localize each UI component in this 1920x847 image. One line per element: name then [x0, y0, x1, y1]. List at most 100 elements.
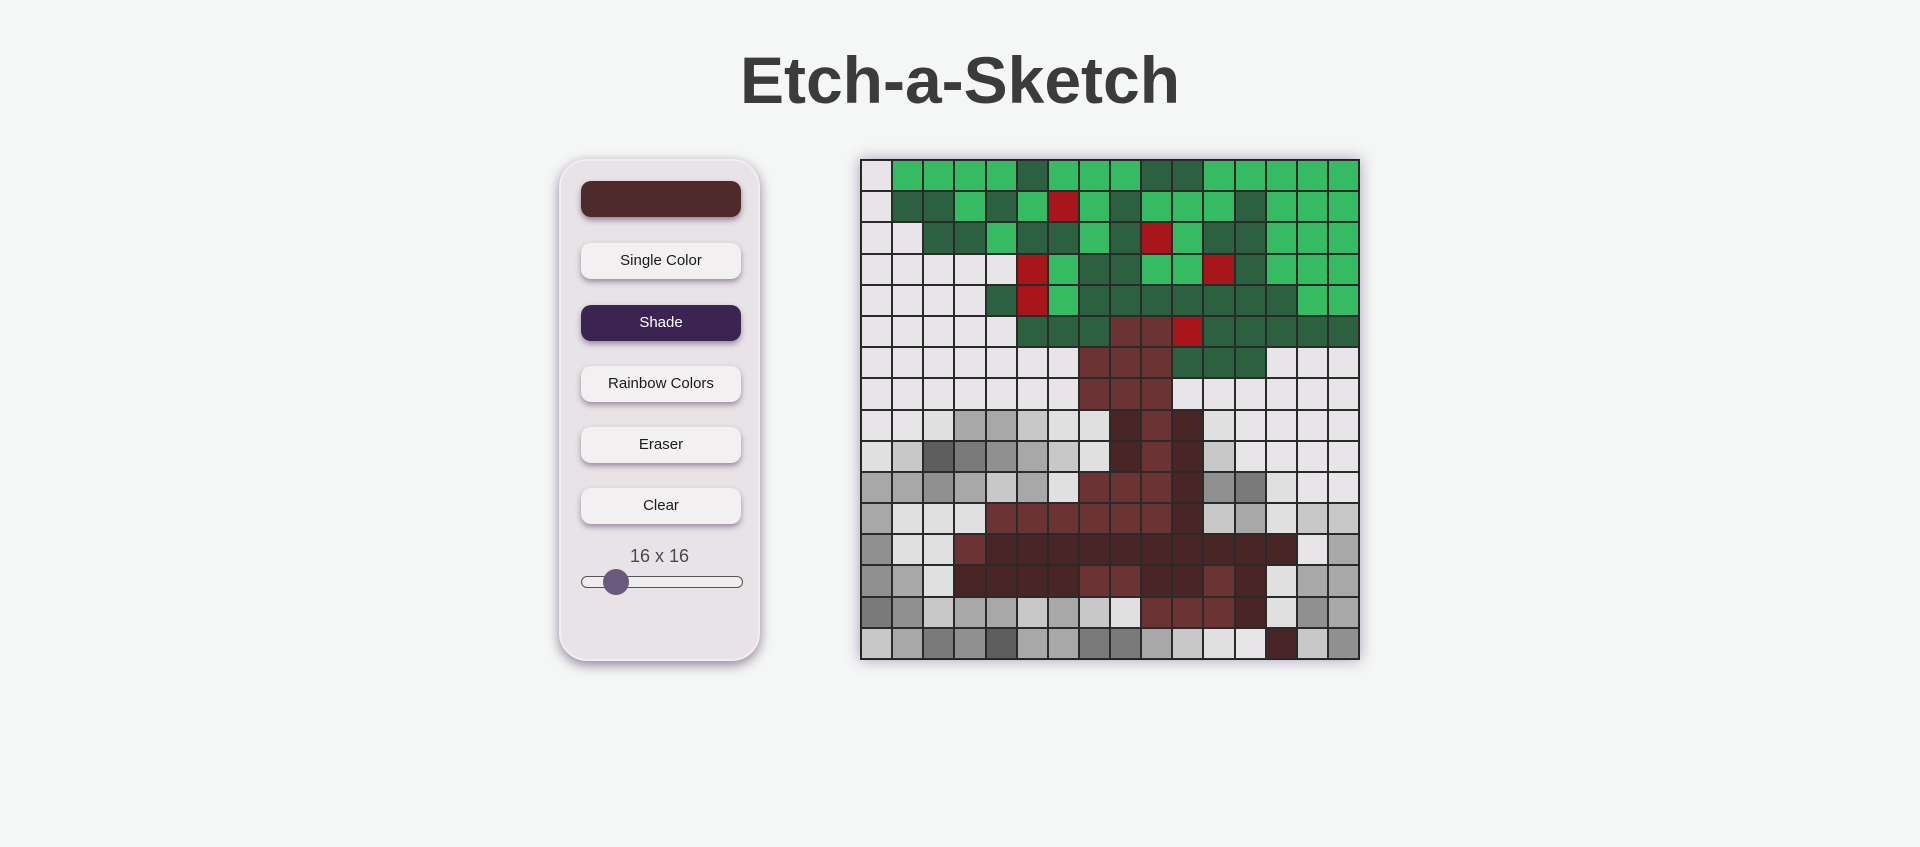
grid-cell[interactable]	[1016, 627, 1048, 659]
grid-cell[interactable]	[1296, 503, 1328, 535]
grid-cell[interactable]	[1265, 440, 1297, 472]
shade-button[interactable]: Shade	[581, 305, 741, 341]
grid-cell[interactable]	[1172, 191, 1204, 223]
grid-cell[interactable]	[985, 440, 1017, 472]
grid-cell[interactable]	[1047, 160, 1079, 192]
grid-cell[interactable]	[892, 440, 924, 472]
grid-cell[interactable]	[1047, 347, 1079, 379]
grid-cell[interactable]	[1141, 284, 1173, 316]
grid-cell[interactable]	[1016, 315, 1048, 348]
color-picker[interactable]	[581, 181, 741, 217]
grid-cell[interactable]	[1234, 347, 1266, 379]
grid-cell[interactable]	[1110, 565, 1142, 597]
grid-cell[interactable]	[923, 534, 955, 566]
grid-cell[interactable]	[1234, 378, 1266, 410]
grid-cell[interactable]	[1296, 440, 1328, 472]
grid-cell[interactable]	[1172, 503, 1204, 535]
grid-cell[interactable]	[985, 253, 1017, 285]
grid-cell[interactable]	[1172, 347, 1204, 379]
grid-cell[interactable]	[861, 627, 893, 659]
grid-cell[interactable]	[1203, 565, 1235, 597]
grid-cell[interactable]	[892, 315, 924, 348]
grid-cell[interactable]	[1016, 471, 1048, 504]
rainbow-colors-button[interactable]: Rainbow Colors	[581, 366, 741, 402]
grid-cell[interactable]	[861, 596, 893, 628]
grid-cell[interactable]	[1141, 627, 1173, 659]
grid-cell[interactable]	[923, 596, 955, 628]
grid-cell[interactable]	[892, 627, 924, 659]
grid-cell[interactable]	[861, 160, 893, 192]
single-color-button[interactable]: Single Color	[581, 243, 741, 279]
grid-cell[interactable]	[1203, 409, 1235, 441]
grid-cell[interactable]	[1110, 347, 1142, 379]
grid-cell[interactable]	[1078, 503, 1110, 535]
grid-cell[interactable]	[1203, 503, 1235, 535]
grid-cell[interactable]	[1172, 471, 1204, 504]
grid-cell[interactable]	[861, 471, 893, 504]
grid-cell[interactable]	[1078, 191, 1110, 223]
grid-cell[interactable]	[1265, 503, 1297, 535]
grid-cell[interactable]	[1141, 191, 1173, 223]
slider-thumb[interactable]	[603, 569, 630, 595]
clear-button[interactable]: Clear	[581, 488, 741, 524]
grid-cell[interactable]	[1234, 253, 1266, 285]
grid-cell[interactable]	[861, 253, 893, 285]
grid-cell[interactable]	[985, 378, 1017, 410]
grid-cell[interactable]	[1078, 222, 1110, 254]
grid-cell[interactable]	[923, 503, 955, 535]
grid-cell[interactable]	[1047, 191, 1079, 223]
grid-cell[interactable]	[1078, 596, 1110, 628]
grid-cell[interactable]	[1265, 409, 1297, 441]
grid-cell[interactable]	[1327, 160, 1359, 192]
grid-cell[interactable]	[892, 160, 924, 192]
grid-cell[interactable]	[1296, 160, 1328, 192]
grid-cell[interactable]	[1296, 627, 1328, 659]
grid-cell[interactable]	[1203, 160, 1235, 192]
grid-cell[interactable]	[1234, 315, 1266, 348]
grid-cell[interactable]	[954, 191, 986, 223]
grid-cell[interactable]	[985, 284, 1017, 316]
grid-cell[interactable]	[923, 191, 955, 223]
grid-cell[interactable]	[1203, 347, 1235, 379]
grid-cell[interactable]	[1047, 627, 1079, 659]
grid-cell[interactable]	[1016, 253, 1048, 285]
grid-cell[interactable]	[1141, 315, 1173, 348]
grid-cell[interactable]	[923, 222, 955, 254]
grid-cell[interactable]	[892, 347, 924, 379]
grid-cell[interactable]	[1296, 253, 1328, 285]
grid-cell[interactable]	[1327, 565, 1359, 597]
grid-cell[interactable]	[892, 471, 924, 504]
grid-cell[interactable]	[892, 191, 924, 223]
grid-cell[interactable]	[1327, 503, 1359, 535]
grid-cell[interactable]	[1172, 565, 1204, 597]
grid-cell[interactable]	[1327, 191, 1359, 223]
grid-cell[interactable]	[985, 565, 1017, 597]
grid-cell[interactable]	[985, 471, 1017, 504]
grid-cell[interactable]	[1265, 627, 1297, 659]
grid-cell[interactable]	[892, 565, 924, 597]
grid-cell[interactable]	[1172, 534, 1204, 566]
grid-cell[interactable]	[1141, 222, 1173, 254]
grid-cell[interactable]	[1141, 596, 1173, 628]
grid-cell[interactable]	[954, 534, 986, 566]
grid-cell[interactable]	[1265, 222, 1297, 254]
grid-cell[interactable]	[985, 627, 1017, 659]
grid-cell[interactable]	[1110, 222, 1142, 254]
grid-cell[interactable]	[954, 503, 986, 535]
grid-cell[interactable]	[1172, 284, 1204, 316]
grid-cell[interactable]	[954, 627, 986, 659]
grid-cell[interactable]	[985, 315, 1017, 348]
grid-cell[interactable]	[1047, 222, 1079, 254]
grid-cell[interactable]	[1078, 471, 1110, 504]
grid-cell[interactable]	[1327, 409, 1359, 441]
grid-cell[interactable]	[923, 378, 955, 410]
grid-cell[interactable]	[1047, 534, 1079, 566]
grid-cell[interactable]	[1327, 378, 1359, 410]
grid-cell[interactable]	[1078, 565, 1110, 597]
grid-cell[interactable]	[1296, 378, 1328, 410]
grid-cell[interactable]	[1265, 534, 1297, 566]
grid-cell[interactable]	[892, 534, 924, 566]
grid-cell[interactable]	[892, 378, 924, 410]
grid-cell[interactable]	[954, 253, 986, 285]
grid-cell[interactable]	[1047, 503, 1079, 535]
